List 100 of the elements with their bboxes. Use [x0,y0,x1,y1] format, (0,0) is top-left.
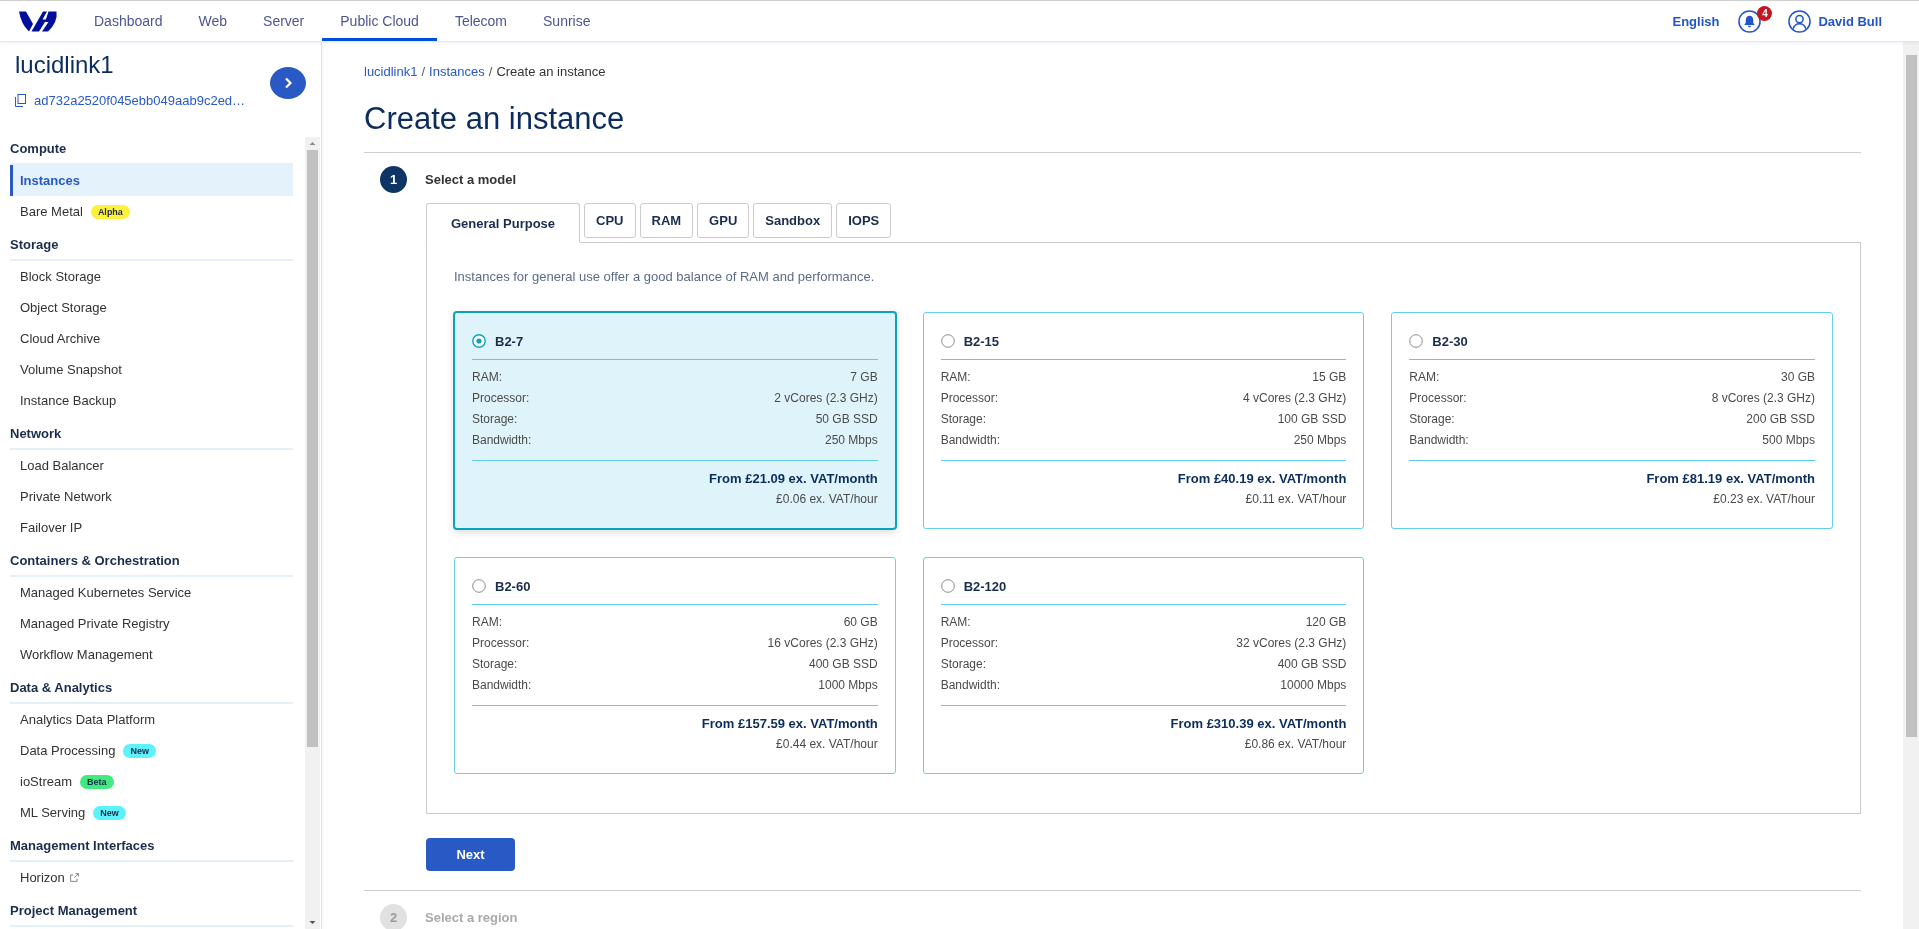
sidebar-item[interactable]: Bare Metal [10,196,83,227]
sidebar-item[interactable]: Volume Snapshot [10,354,122,385]
breadcrumb-link[interactable]: Instances [429,63,485,81]
radio-button[interactable] [472,579,486,593]
step-number: 1 [380,166,407,193]
sidebar-item[interactable]: Instances [10,165,293,196]
spec-value: 500 Mbps [1762,432,1815,449]
monthly-price: From £40.19 ex. VAT/month [1177,470,1347,488]
spec-value: 100 GB SSD [1277,411,1347,428]
nav-tab[interactable]: Server [245,1,323,41]
sidebar-item[interactable]: ML Serving [10,797,86,828]
bell-icon [1738,9,1762,33]
spec-label: Processor: [472,390,530,407]
sidebar-item[interactable]: Data Processing [10,735,116,766]
spec-label: Processor: [940,635,998,652]
notifications-button[interactable] [1738,9,1762,33]
step-title: Select a region [425,910,518,925]
sidebar-item[interactable]: Load Balancer [10,450,104,481]
category-tab[interactable]: IOPS [836,203,892,238]
spec-label: Storage: [472,411,518,428]
radio-button[interactable] [940,579,955,593]
spec-label: Storage: [472,656,518,673]
spec-value: 10000 Mbps [1280,677,1347,694]
spec-label: Bandwidth: [472,677,532,694]
sidebar-item[interactable]: Cloud Archive [10,323,101,354]
hourly-price: £0.23 ex. VAT/hour [1713,491,1815,508]
sidebar-item[interactable]: Instance Backup [10,385,117,416]
spec-value: 4 vCores (2.3 GHz) [1242,390,1347,407]
page-title: Create an instance [364,100,626,138]
sidebar-section-title: Data & Analytics [10,675,293,704]
sidebar-item[interactable]: Managed Private Registry [10,608,170,639]
spec-value: 50 GB SSD [815,411,878,428]
spec-label: RAM: [1409,369,1440,386]
category-tab[interactable]: GPU [697,203,750,238]
sidebar-item[interactable]: Workflow Management [10,639,153,670]
sidebar-item[interactable]: Failover IP [10,512,83,543]
model-name: B2-120 [963,578,1007,594]
spec-label: Processor: [940,390,998,407]
tag-badge: New [93,805,126,820]
spec-label: Processor: [472,635,530,652]
user-menu-button[interactable]: David Bull [1788,9,1882,33]
category-tab[interactable]: CPU [584,203,636,238]
spec-label: Bandwidth: [940,677,1001,694]
nav-tab[interactable]: Telecom [436,1,526,41]
nav-tab[interactable]: Dashboard [76,1,181,41]
hourly-price: £0.06 ex. VAT/hour [776,491,878,508]
radio-button[interactable] [940,334,955,348]
spec-value: 120 GB [1305,614,1347,631]
sidebar-item[interactable]: Block Storage [10,261,101,292]
spec-value: 15 GB [1312,369,1347,386]
spec-value: 8 vCores (2.3 GHz) [1711,390,1815,407]
sidebar-item[interactable]: Object Storage [10,292,107,323]
sidebar-section-title: Containers & Orchestration [10,548,293,577]
category-tab[interactable]: Sandbox [753,203,833,238]
spec-value: 32 vCores (2.3 GHz) [1236,635,1347,652]
model-name: B2-60 [495,578,531,594]
sidebar-section-title: Storage [10,232,293,261]
sidebar-section-title: Management Interfaces [10,833,293,862]
nav-tab[interactable]: Public Cloud [322,1,437,41]
scrollbar-thumb[interactable] [307,150,318,747]
scrollbar-thumb[interactable] [1905,55,1917,737]
sidebar-item[interactable]: Analytics Data Platform [10,704,156,735]
sidebar-item[interactable]: ioStream [10,766,73,797]
nav-tab[interactable]: Web [180,1,246,41]
spec-value: 16 vCores (2.3 GHz) [767,635,878,652]
hourly-price: £0.11 ex. VAT/hour [1245,491,1347,508]
nav-tab[interactable]: Sunrise [525,1,609,41]
model-card[interactable]: B2-120 RAM: 120 GB Processor: 32 vCores (2.3 GHz) Storage: 400 GB SSD Bandwidth: 10000 Mbps From £310.39 ex. VAT/month £0.86 ex. VAT/hour [922,557,1365,774]
sidebar-toggle-button[interactable] [270,67,306,99]
model-card[interactable]: B2-30 RAM: 30 GB Processor: 8 vCores (2.3 GHz) Storage: 200 GB SSD Bandwidth: 500 Mbps From £81.19 ex. VAT/month £0.23 ex. VAT/hour [1391,312,1833,529]
model-name: B2-30 [1432,333,1468,349]
model-card[interactable]: B2-7 RAM: 7 GB Processor: 2 vCores (2.3 GHz) Storage: 50 GB SSD Bandwidth: 250 Mbps From £21.09 ex. VAT/month £0.06 ex. VAT/hour [454,312,896,529]
sidebar-item[interactable]: Managed Kubernetes Service [10,577,192,608]
sidebar-item[interactable]: Horizon [10,862,79,893]
spec-value: 2 vCores (2.3 GHz) [774,390,878,407]
model-card[interactable]: B2-15 RAM: 15 GB Processor: 4 vCores (2.3 GHz) Storage: 100 GB SSD Bandwidth: 250 Mbps From £40.19 ex. VAT/month £0.11 ex. VAT/hour [922,312,1365,529]
radio-button[interactable] [1409,334,1424,348]
project-id: ad732a2520f045ebb049aab9c2ed… [34,92,246,108]
monthly-price: From £21.09 ex. VAT/month [709,470,878,488]
breadcrumb-current: Create an instance [496,63,606,81]
sidebar-item[interactable]: Private Network [10,481,112,512]
spec-label: Bandwidth: [940,432,1001,449]
radio-button[interactable] [472,334,486,348]
copy-icon[interactable] [15,93,26,107]
category-tab[interactable]: General Purpose [426,203,581,243]
spec-label: RAM: [940,369,971,386]
spec-value: 400 GB SSD [808,656,878,673]
category-tab[interactable]: RAM [639,203,694,238]
breadcrumb-link[interactable]: lucidlink1 [364,63,418,81]
next-button[interactable]: Next [426,838,515,871]
logo-icon[interactable] [18,9,58,33]
monthly-price: From £310.39 ex. VAT/month [1170,715,1347,733]
model-card[interactable]: B2-60 RAM: 60 GB Processor: 16 vCores (2.3 GHz) Storage: 400 GB SSD Bandwidth: 1000 Mbps From £157.59 ex. VAT/month £0.44 ex. VAT/hour [454,557,896,774]
spec-value: 400 GB SSD [1277,656,1347,673]
spec-label: RAM: [472,614,502,631]
tag-badge: New [123,743,156,758]
hourly-price: £0.44 ex. VAT/hour [776,736,878,753]
language-link[interactable]: English [1672,13,1720,29]
breadcrumb-separator: / [488,63,493,81]
spec-value: 1000 Mbps [818,677,878,694]
